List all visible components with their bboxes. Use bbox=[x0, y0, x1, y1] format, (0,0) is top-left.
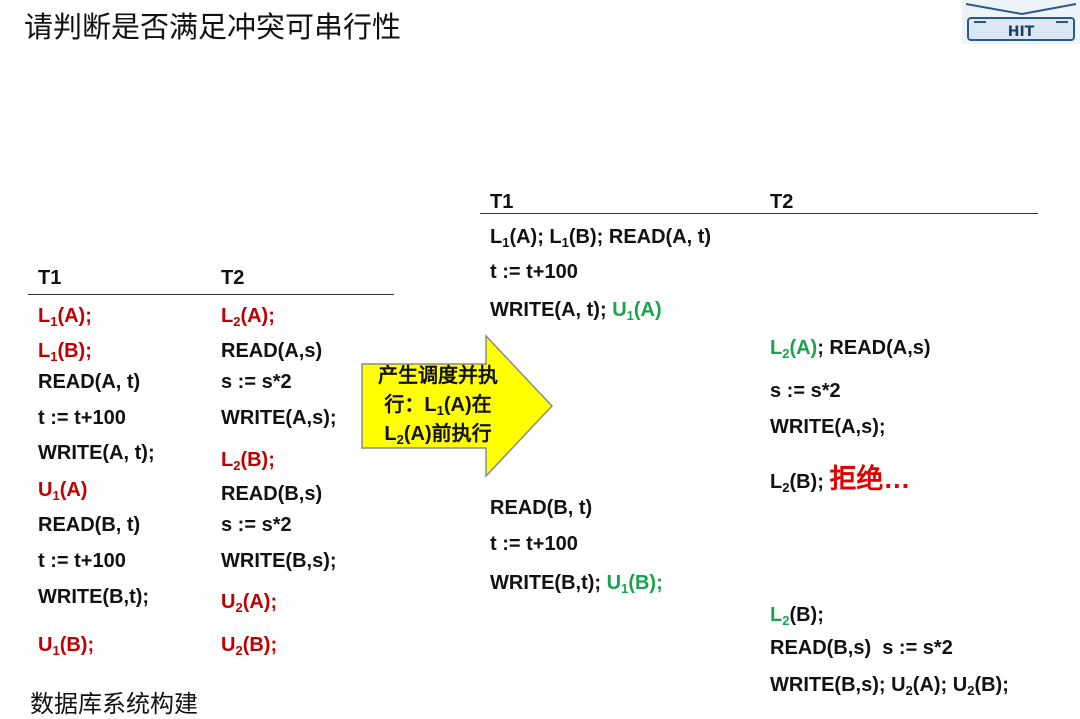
left-t2-row-10: U2(B); bbox=[221, 634, 278, 658]
right-t1-row-1: L1(A); L1(B); READ(A, t) bbox=[490, 226, 712, 250]
left-t2-row-1: L2(A); bbox=[221, 305, 275, 329]
left-header-t1: T1 bbox=[38, 267, 62, 289]
right-t2-row-7: WRITE(B,s); U2(A); U2(B); bbox=[770, 674, 1009, 698]
right-t2-row-2: s := s*2 bbox=[770, 380, 841, 402]
logo-text: HIT bbox=[1008, 24, 1035, 40]
left-header-t2: T2 bbox=[221, 267, 245, 289]
left-t2-row-4: WRITE(A,s); bbox=[221, 407, 337, 429]
arrow-line-3: L2(A)前执行 bbox=[384, 423, 492, 447]
left-t1-row-10: U1(B); bbox=[38, 634, 95, 658]
left-t1-row-2: L1(B); bbox=[38, 340, 92, 364]
left-t1-row-6: U1(A) bbox=[38, 479, 88, 503]
left-t2-row-9: U2(A); bbox=[221, 591, 278, 615]
right-header-t2: T2 bbox=[770, 191, 794, 213]
left-table-rule bbox=[28, 294, 394, 295]
left-t1-row-3: READ(A, t) bbox=[38, 371, 141, 393]
left-t2-row-3: s := s*2 bbox=[221, 371, 292, 393]
hit-university-logo-icon: HIT bbox=[962, 0, 1080, 44]
left-t2-row-5: L2(B); bbox=[221, 449, 275, 473]
footer-course-name: 数据库系统构建 bbox=[30, 690, 198, 718]
page-title: 请判断是否满足冲突可串行性 bbox=[24, 10, 402, 44]
left-t1-row-1: L1(A); bbox=[38, 305, 92, 329]
right-t2-row-3: WRITE(A,s); bbox=[770, 416, 886, 438]
right-header-t1: T1 bbox=[490, 191, 514, 213]
reject-label: 拒绝… bbox=[829, 464, 911, 494]
schedule-arrow-label: 产生调度并执 行：L1(A)在 L2(A)前执行 bbox=[363, 362, 513, 449]
left-t1-row-9: WRITE(B,t); bbox=[38, 586, 150, 608]
right-t1-row-6: WRITE(B,t); U1(B); bbox=[490, 572, 663, 596]
right-t1-row-2: t := t+100 bbox=[490, 261, 578, 283]
left-t2-row-2: READ(A,s) bbox=[221, 340, 323, 362]
arrow-line-1: 产生调度并执 bbox=[378, 365, 498, 387]
right-t2-row-6: READ(B,s) s := s*2 bbox=[770, 637, 953, 659]
left-t1-row-5: WRITE(A, t); bbox=[38, 442, 155, 464]
left-t2-row-8: WRITE(B,s); bbox=[221, 550, 337, 572]
right-t1-row-4: READ(B, t) bbox=[490, 497, 593, 519]
right-t2-row-5: L2(B); bbox=[770, 604, 824, 628]
right-t2-row-1: L2(A); READ(A,s) bbox=[770, 337, 931, 361]
left-t1-row-7: READ(B, t) bbox=[38, 514, 141, 536]
right-t1-row-5: t := t+100 bbox=[490, 533, 578, 555]
left-t1-row-4: t := t+100 bbox=[38, 407, 126, 429]
right-table-rule bbox=[480, 213, 1038, 214]
left-t2-row-6: READ(B,s) bbox=[221, 483, 323, 505]
left-t2-row-7: s := s*2 bbox=[221, 514, 292, 536]
right-t2-row-4: L2(B); 拒绝… bbox=[770, 464, 911, 495]
left-t1-row-8: t := t+100 bbox=[38, 550, 126, 572]
right-t1-row-3: WRITE(A, t); U1(A) bbox=[490, 299, 662, 323]
arrow-line-2: 行：L1(A)在 bbox=[384, 394, 492, 418]
